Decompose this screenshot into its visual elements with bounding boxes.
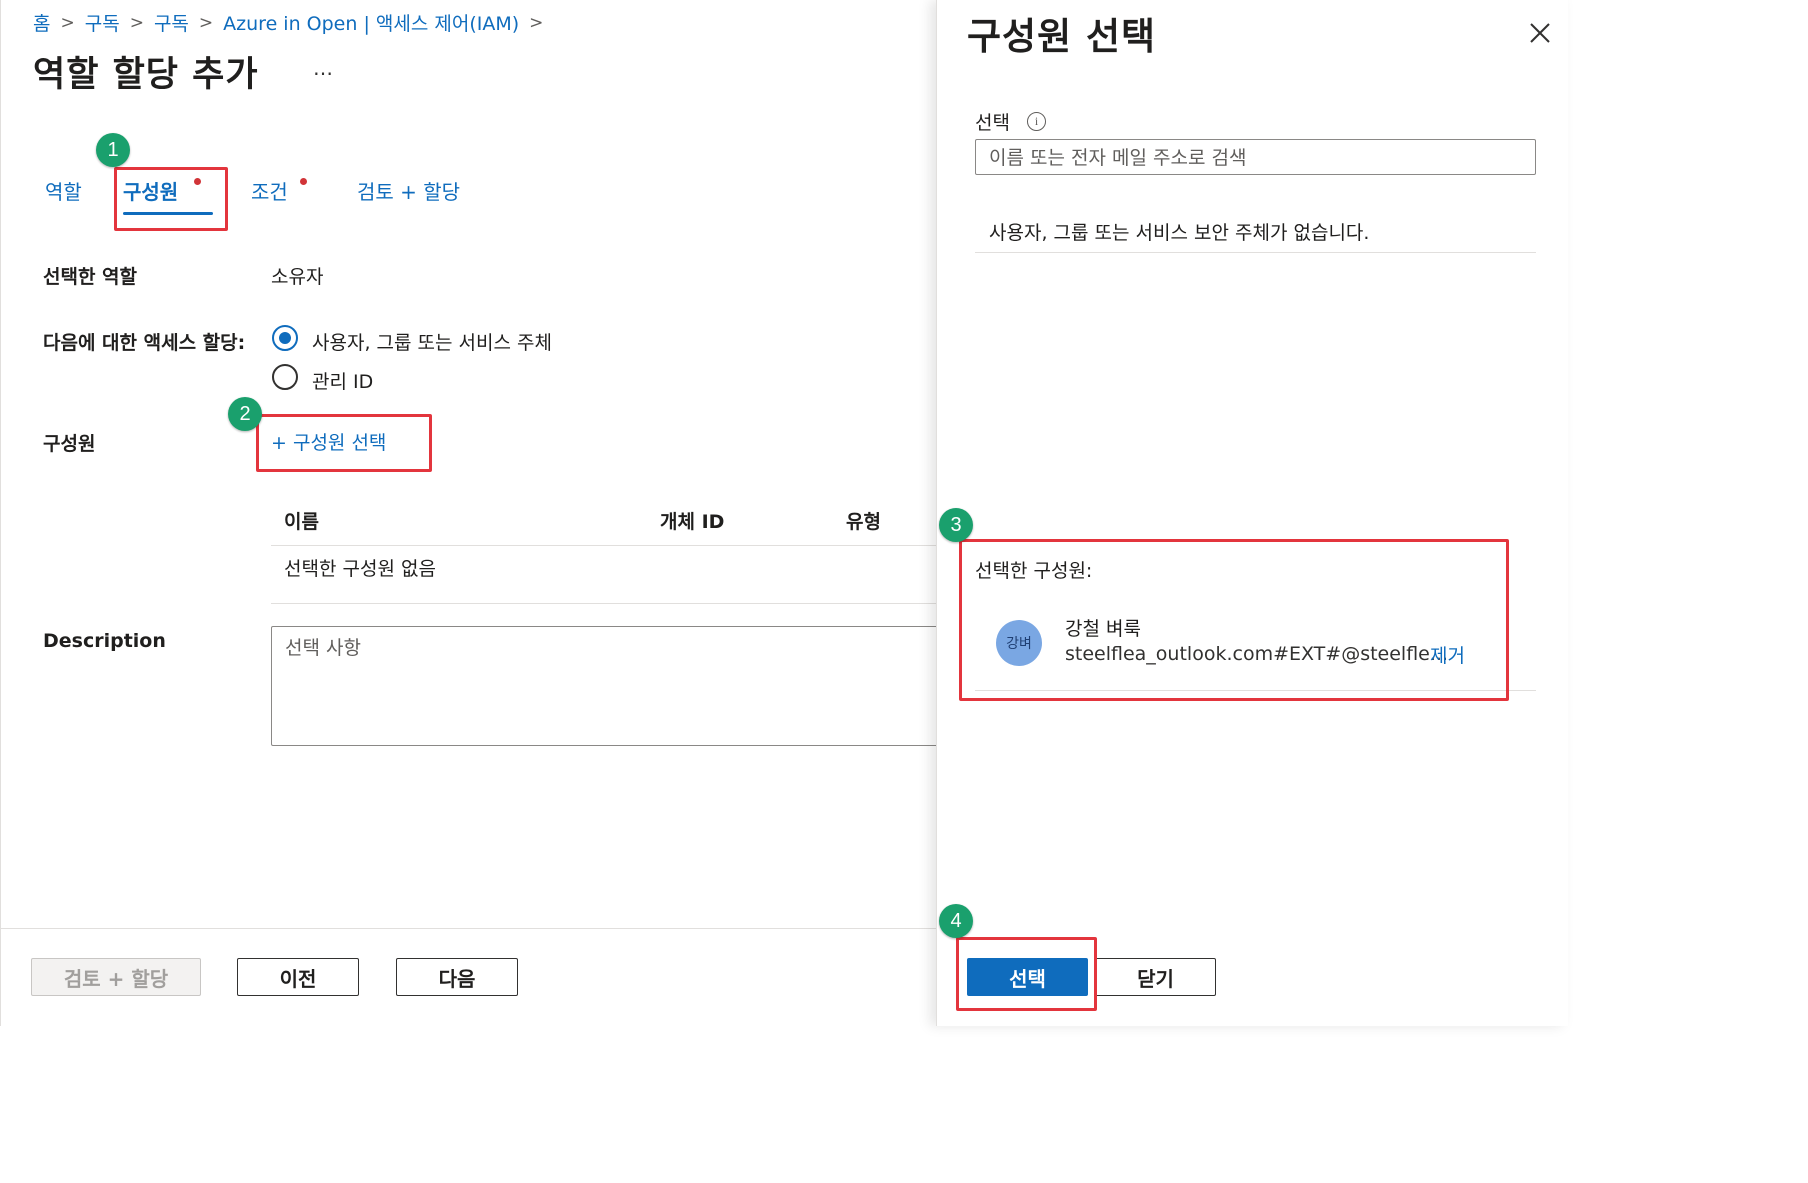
- assign-access-label: 다음에 대한 액세스 할당:: [43, 332, 246, 354]
- breadcrumb: 홈 > 구독 > 구독 > Azure in Open | 액세스 제어(IAM…: [33, 9, 553, 36]
- search-input[interactable]: 이름 또는 전자 메일 주소로 검색: [975, 139, 1536, 175]
- add-role-assignment-page: 홈 > 구독 > 구독 > Azure in Open | 액세스 제어(IAM…: [0, 0, 951, 1026]
- description-label: Description: [43, 630, 166, 652]
- highlight-box-select-members: [256, 414, 432, 472]
- tab-conditions[interactable]: 조건: [251, 176, 288, 205]
- column-header-object-id: 개체 ID: [660, 511, 725, 533]
- footer-divider: [1, 928, 937, 929]
- column-header-name: 이름: [284, 511, 319, 533]
- review-assign-button[interactable]: 검토 + 할당: [31, 958, 201, 996]
- search-placeholder: 이름 또는 전자 메일 주소로 검색: [989, 147, 1247, 169]
- breadcrumb-item-iam[interactable]: Azure in Open | 액세스 제어(IAM): [223, 9, 519, 36]
- radio-managed-identity[interactable]: [272, 364, 298, 390]
- step-callout-3: 3: [939, 508, 973, 542]
- select-label: 선택: [975, 112, 1010, 134]
- selected-role-value: 소유자: [271, 266, 324, 288]
- highlight-box-selected-members: [959, 539, 1509, 701]
- close-icon[interactable]: [1527, 20, 1553, 46]
- table-divider: [271, 545, 937, 546]
- next-button[interactable]: 다음: [396, 958, 518, 996]
- step-callout-1: 1: [96, 133, 130, 167]
- more-options-button[interactable]: …: [313, 56, 334, 80]
- column-header-type: 유형: [846, 511, 881, 533]
- table-divider: [271, 603, 937, 604]
- chevron-right-icon: >: [529, 12, 544, 33]
- tab-role[interactable]: 역할: [45, 176, 82, 205]
- breadcrumb-item-subscriptions[interactable]: 구독: [85, 9, 120, 36]
- select-members-panel: 구성원 선택 선택 i 이름 또는 전자 메일 주소로 검색 사용자, 그룹 또…: [936, 0, 1568, 1026]
- chevron-right-icon: >: [129, 12, 144, 33]
- divider: [975, 252, 1536, 253]
- chevron-right-icon: >: [60, 12, 75, 33]
- previous-button[interactable]: 이전: [237, 958, 359, 996]
- breadcrumb-item-subscription[interactable]: 구독: [154, 9, 189, 36]
- selected-role-label: 선택한 역할: [43, 266, 138, 288]
- info-icon[interactable]: i: [1027, 112, 1046, 131]
- page-title: 역할 할당 추가: [33, 55, 259, 95]
- chevron-right-icon: >: [198, 12, 214, 33]
- no-results-message: 사용자, 그룹 또는 서비스 보안 주체가 없습니다.: [989, 222, 1370, 244]
- description-placeholder: 선택 사항: [285, 637, 361, 659]
- members-label: 구성원: [43, 433, 96, 455]
- highlight-box-select-button: [956, 937, 1097, 1011]
- tab-review-assign[interactable]: 검토 + 할당: [357, 176, 460, 205]
- radio-user-group-sp[interactable]: [272, 325, 298, 351]
- breadcrumb-item-home[interactable]: 홈: [33, 9, 50, 36]
- step-callout-4: 4: [939, 904, 973, 938]
- highlight-box-members-tab: [114, 167, 228, 231]
- step-callout-2: 2: [228, 397, 262, 431]
- close-button[interactable]: 닫기: [1095, 958, 1216, 996]
- panel-title: 구성원 선택: [967, 15, 1157, 58]
- radio-managed-identity-label: 관리 ID: [312, 371, 374, 393]
- description-textarea[interactable]: 선택 사항: [271, 626, 951, 746]
- radio-user-group-sp-label: 사용자, 그룹 또는 서비스 주체: [312, 332, 552, 354]
- empty-members-message: 선택한 구성원 없음: [284, 558, 436, 580]
- required-indicator: [300, 178, 307, 185]
